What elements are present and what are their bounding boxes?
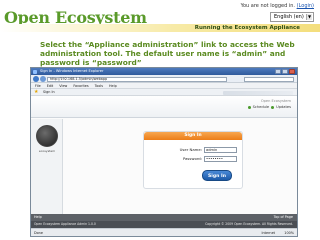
menu-item-favorites[interactable]: Favorites [73, 83, 88, 88]
favorites-bar: ★ Sign In [31, 89, 297, 96]
browser-screenshot: Sign In - Windows Internet Explorer http… [30, 67, 298, 237]
security-zone: Internet [261, 231, 275, 235]
username-row: User Name: admin [154, 147, 239, 153]
menu-item-view[interactable]: View [59, 83, 67, 88]
language-select[interactable]: English (en) ▼ [270, 12, 314, 22]
updates-link[interactable]: Updates [276, 105, 291, 109]
schedule-link[interactable]: Schedule [253, 105, 270, 109]
updates-icon [271, 105, 275, 109]
appliance-logo-icon [36, 125, 58, 147]
login-link[interactable]: (Login) [297, 3, 314, 9]
star-icon[interactable]: ★ [34, 89, 38, 96]
app-footer: Help Top of Page [31, 214, 297, 221]
instruction-text: Select the “Appliance administration” li… [40, 40, 295, 68]
window-controls [275, 69, 295, 74]
window-title: Sign In - Windows Internet Explorer [40, 69, 104, 73]
password-label: Password: [182, 156, 202, 161]
app-footer-info: Open Ecosystem Appliance Admin 1.0.0 Cop… [31, 221, 297, 228]
close-icon[interactable] [289, 69, 295, 74]
top-of-page-link[interactable]: Top of Page [274, 214, 293, 221]
zoom-level[interactable]: 100% [284, 229, 294, 236]
help-link[interactable]: Help [34, 214, 42, 221]
signin-title: Sign In [144, 132, 242, 140]
browser-statusbar: Done Internet 100% [31, 228, 297, 236]
password-field[interactable]: •••••••• [204, 156, 237, 162]
schedule-icon [247, 105, 251, 109]
copyright-text: Copyright © 2009 Open Ecosystem. All Rig… [205, 222, 293, 226]
app-links: Schedule Updates [247, 105, 291, 109]
menu-item-edit[interactable]: Edit [47, 83, 54, 88]
version-text: Open Ecosystem Appliance Admin 1.0.0 [34, 222, 96, 226]
address-bar: http://192.168.1.5/admin/webapp [31, 75, 297, 83]
app-header: Open Ecosystem Schedule Updates [31, 96, 297, 118]
page-content: Open Ecosystem Schedule Updates ecosyste… [31, 96, 297, 214]
browser-titlebar: Sign In - Windows Internet Explorer [31, 68, 297, 75]
username-field[interactable]: admin [204, 147, 237, 153]
section-title: Running the Ecosystem Appliance [194, 25, 300, 31]
app-brand: Open Ecosystem [260, 99, 291, 103]
minimize-icon[interactable] [275, 69, 281, 74]
forward-icon[interactable] [40, 76, 46, 82]
login-status: You are not logged in. (Login) [241, 3, 314, 9]
menu-item-tools[interactable]: Tools [95, 83, 103, 88]
menu-item-file[interactable]: File [35, 83, 41, 88]
tab-sign-in[interactable]: Sign In [43, 89, 55, 96]
maximize-icon[interactable] [282, 69, 288, 74]
ie-icon [33, 69, 37, 74]
status-text: Done [34, 231, 43, 235]
language-value: English (en) [274, 14, 304, 20]
username-label: User Name: [179, 147, 202, 152]
signin-button[interactable]: Sign In [202, 170, 232, 181]
chevron-down-icon: ▼ [306, 14, 312, 20]
login-status-text: You are not logged in. [240, 3, 296, 9]
menu-item-help[interactable]: Help [109, 83, 117, 88]
appliance-logo-label: ecosystem [38, 149, 56, 153]
signin-panel: Sign In User Name: admin Password: •••••… [143, 131, 243, 189]
search-input[interactable] [244, 76, 294, 82]
password-row: Password: •••••••• [154, 156, 239, 162]
app-sidebar: ecosystem [31, 119, 63, 214]
address-input[interactable]: http://192.168.1.5/admin/webapp [47, 76, 227, 82]
command-bar[interactable] [223, 90, 293, 95]
back-icon[interactable] [33, 76, 39, 82]
